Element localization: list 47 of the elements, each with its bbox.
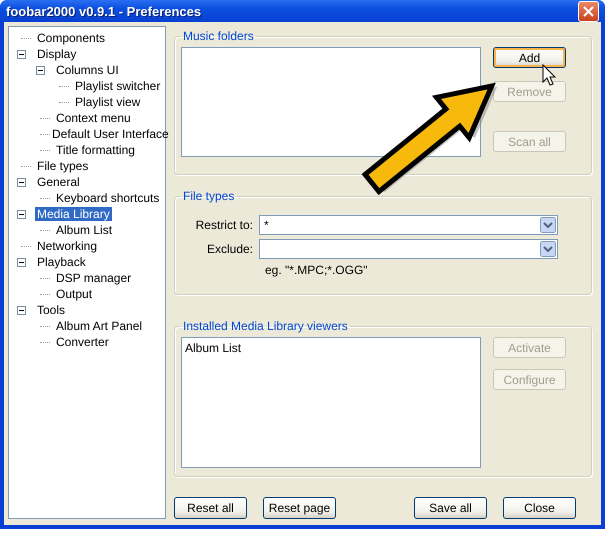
tree-item[interactable]: File types [35, 159, 90, 173]
tree-item[interactable]: Media Library [35, 207, 112, 221]
tree-item[interactable]: Playlist switcher [73, 79, 162, 93]
dialog-button[interactable]: Reset all [174, 497, 247, 519]
close-icon [583, 6, 594, 16]
dialog-button[interactable]: Close [503, 497, 576, 519]
tree-item[interactable]: Columns UI [54, 63, 121, 77]
combo-box[interactable]: * [259, 215, 558, 235]
group-title: Music folders [182, 29, 255, 43]
tree-item[interactable]: Tools [35, 303, 68, 317]
hint-text: eg. "*.MPC;*.OGG" [265, 263, 369, 277]
field-label: Restrict to: [194, 218, 253, 232]
tree-item[interactable]: DSP manager [54, 271, 134, 285]
dialog-button[interactable]: Add [493, 47, 566, 68]
collapse-icon[interactable] [17, 258, 26, 266]
group-title: File types [182, 189, 236, 203]
tree-item[interactable]: Default User Interface [50, 127, 171, 141]
collapse-icon[interactable] [17, 210, 26, 218]
dropdown-icon[interactable] [540, 241, 556, 257]
tree-item[interactable]: Context menu [54, 111, 133, 125]
cursor-icon [542, 64, 556, 86]
tree-item[interactable]: Networking [35, 239, 100, 253]
dialog-button[interactable]: Reset page [263, 497, 336, 519]
tree-item[interactable]: Keyboard shortcuts [54, 191, 162, 205]
tree-item[interactable]: Output [54, 287, 94, 301]
field-label: Exclude: [206, 242, 253, 256]
folder-list[interactable] [181, 47, 481, 157]
tree-item[interactable]: Album Art Panel [54, 319, 144, 333]
tree-item[interactable]: Converter [54, 335, 111, 349]
tree-item[interactable]: Playlist view [73, 95, 142, 109]
collapse-icon[interactable] [17, 50, 26, 58]
close-button[interactable] [578, 0, 599, 22]
collapse-icon[interactable] [36, 66, 45, 74]
collapse-icon[interactable] [17, 178, 26, 186]
tree-item[interactable]: General [35, 175, 82, 189]
tree-item[interactable]: Display [35, 47, 78, 61]
tree-item[interactable]: Playback [35, 255, 88, 269]
tree-item[interactable]: Title formatting [54, 143, 137, 157]
list-item[interactable]: Album List [185, 341, 477, 355]
tree-item[interactable]: Album List [54, 223, 114, 237]
dialog-button[interactable]: Save all [414, 497, 487, 519]
group-title: Installed Media Library viewers [182, 319, 349, 333]
collapse-icon[interactable] [17, 306, 26, 314]
dropdown-icon[interactable] [540, 217, 556, 233]
tree-item[interactable]: Components [35, 31, 108, 45]
window-title: foobar2000 v0.9.1 - Preferences [6, 4, 202, 18]
combo-box[interactable] [259, 239, 558, 259]
